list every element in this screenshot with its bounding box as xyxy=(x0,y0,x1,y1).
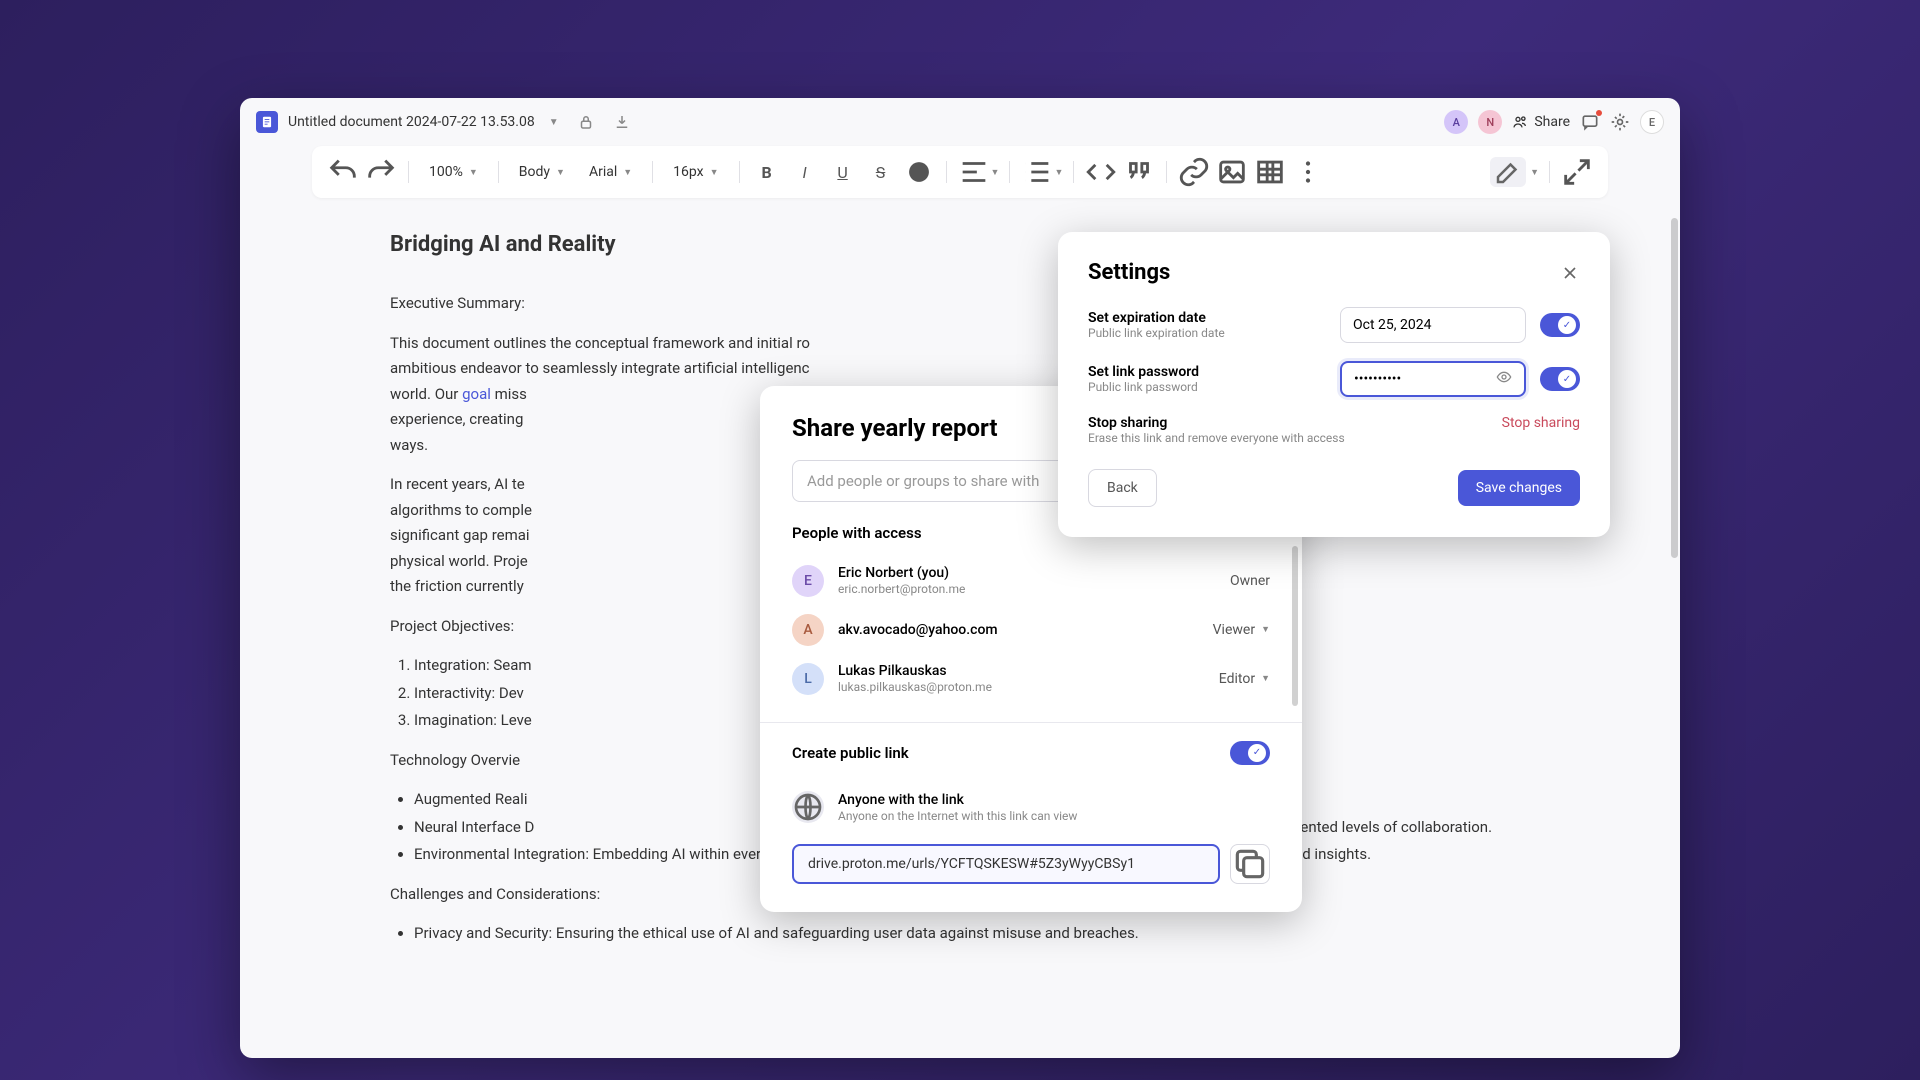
globe-icon xyxy=(792,791,824,823)
edit-mode-button[interactable] xyxy=(1490,157,1526,187)
unordered-list: Privacy and Security: Ensuring the ethic… xyxy=(390,921,1530,947)
public-link-toggle[interactable] xyxy=(1230,741,1270,765)
font-dropdown[interactable]: Arial▼ xyxy=(579,155,642,189)
italic-button[interactable]: I xyxy=(788,155,822,189)
avatar: E xyxy=(792,565,824,597)
share-label: Share xyxy=(1534,114,1570,130)
scrollbar[interactable] xyxy=(1292,546,1298,706)
password-label: Set link password xyxy=(1088,364,1326,380)
share-link-input[interactable]: drive.proton.me/urls/YCFTQSKESW#5Z3yWyyC… xyxy=(792,844,1220,884)
user-avatar[interactable]: E xyxy=(1640,110,1664,134)
expand-button[interactable] xyxy=(1560,155,1594,189)
anyone-title: Anyone with the link xyxy=(838,791,1270,809)
quote-button[interactable] xyxy=(1122,155,1156,189)
role-dropdown[interactable]: Editor▼ xyxy=(1219,671,1270,687)
more-button[interactable] xyxy=(1291,155,1325,189)
person-email: lukas.pilkauskas@proton.me xyxy=(838,680,1205,696)
stop-sharing-sub: Erase this link and remove everyone with… xyxy=(1088,431,1502,445)
password-sub: Public link password xyxy=(1088,380,1326,394)
person-name: akv.avocado@yahoo.com xyxy=(838,621,1199,639)
image-button[interactable] xyxy=(1215,155,1249,189)
expiration-sub: Public link expiration date xyxy=(1088,326,1326,340)
expiration-label: Set expiration date xyxy=(1088,310,1326,326)
undo-button[interactable] xyxy=(326,155,360,189)
back-button[interactable]: Back xyxy=(1088,469,1157,507)
list-button[interactable] xyxy=(1020,155,1054,189)
comments-icon[interactable] xyxy=(1580,112,1600,132)
avatar: L xyxy=(792,663,824,695)
chevron-down-icon[interactable]: ▼ xyxy=(549,117,559,128)
password-input[interactable]: •••••••••• xyxy=(1340,361,1526,397)
password-toggle[interactable] xyxy=(1540,367,1580,391)
inline-link[interactable]: goal xyxy=(462,385,491,403)
text-color-button[interactable] xyxy=(902,155,936,189)
person-row: E Eric Norbert (you) eric.norbert@proton… xyxy=(792,556,1270,606)
bold-button[interactable]: B xyxy=(750,155,784,189)
avatar: A xyxy=(792,614,824,646)
copy-link-button[interactable] xyxy=(1230,844,1270,884)
collaborator-avatar[interactable]: N xyxy=(1478,110,1502,134)
stop-sharing-label: Stop sharing xyxy=(1088,415,1502,431)
download-icon[interactable] xyxy=(613,113,631,131)
close-icon[interactable] xyxy=(1560,263,1580,283)
lock-icon[interactable] xyxy=(577,113,595,131)
person-name: Lukas Pilkauskas xyxy=(838,662,1205,680)
scrollbar[interactable] xyxy=(1671,218,1678,558)
person-row: A akv.avocado@yahoo.com Viewer▼ xyxy=(792,606,1270,654)
settings-modal: Settings Set expiration date Public link… xyxy=(1058,232,1610,537)
anyone-subtitle: Anyone on the Internet with this link ca… xyxy=(838,809,1270,825)
strikethrough-button[interactable]: S xyxy=(864,155,898,189)
people-icon xyxy=(1512,114,1528,130)
gear-icon[interactable] xyxy=(1610,112,1630,132)
collaborator-avatar[interactable]: A xyxy=(1444,110,1468,134)
person-name: Eric Norbert (you) xyxy=(838,564,1216,582)
save-changes-button[interactable]: Save changes xyxy=(1458,470,1580,506)
font-size-dropdown[interactable]: 16px▼ xyxy=(663,155,728,189)
align-button[interactable] xyxy=(957,155,991,189)
redo-button[interactable] xyxy=(364,155,398,189)
table-button[interactable] xyxy=(1253,155,1287,189)
person-email: eric.norbert@proton.me xyxy=(838,582,1216,598)
paragraph-style-dropdown[interactable]: Body▼ xyxy=(509,155,575,189)
document-icon xyxy=(256,111,278,133)
stop-sharing-button[interactable]: Stop sharing xyxy=(1502,415,1580,431)
share-button[interactable]: Share xyxy=(1512,114,1570,130)
zoom-dropdown[interactable]: 100%▼ xyxy=(419,155,488,189)
link-button[interactable] xyxy=(1177,155,1211,189)
code-button[interactable] xyxy=(1084,155,1118,189)
anyone-row: Anyone with the link Anyone on the Inter… xyxy=(792,783,1270,833)
eye-icon[interactable] xyxy=(1496,369,1512,389)
underline-button[interactable]: U xyxy=(826,155,860,189)
format-toolbar: 100%▼ Body▼ Arial▼ 16px▼ B I U S ▼ ▼ ▼ xyxy=(312,146,1608,198)
titlebar: Untitled document 2024-07-22 13.53.08 ▼ … xyxy=(240,98,1680,146)
expiration-toggle[interactable] xyxy=(1540,313,1580,337)
document-title[interactable]: Untitled document 2024-07-22 13.53.08 xyxy=(288,114,535,130)
person-row: L Lukas Pilkauskas lukas.pilkauskas@prot… xyxy=(792,654,1270,704)
role-dropdown[interactable]: Viewer▼ xyxy=(1213,622,1270,638)
settings-title: Settings xyxy=(1088,260,1170,285)
public-link-heading: Create public link xyxy=(792,744,909,762)
person-role: Owner xyxy=(1230,573,1270,589)
notification-dot xyxy=(1596,110,1602,116)
expiration-date-input[interactable]: Oct 25, 2024 xyxy=(1340,307,1526,343)
